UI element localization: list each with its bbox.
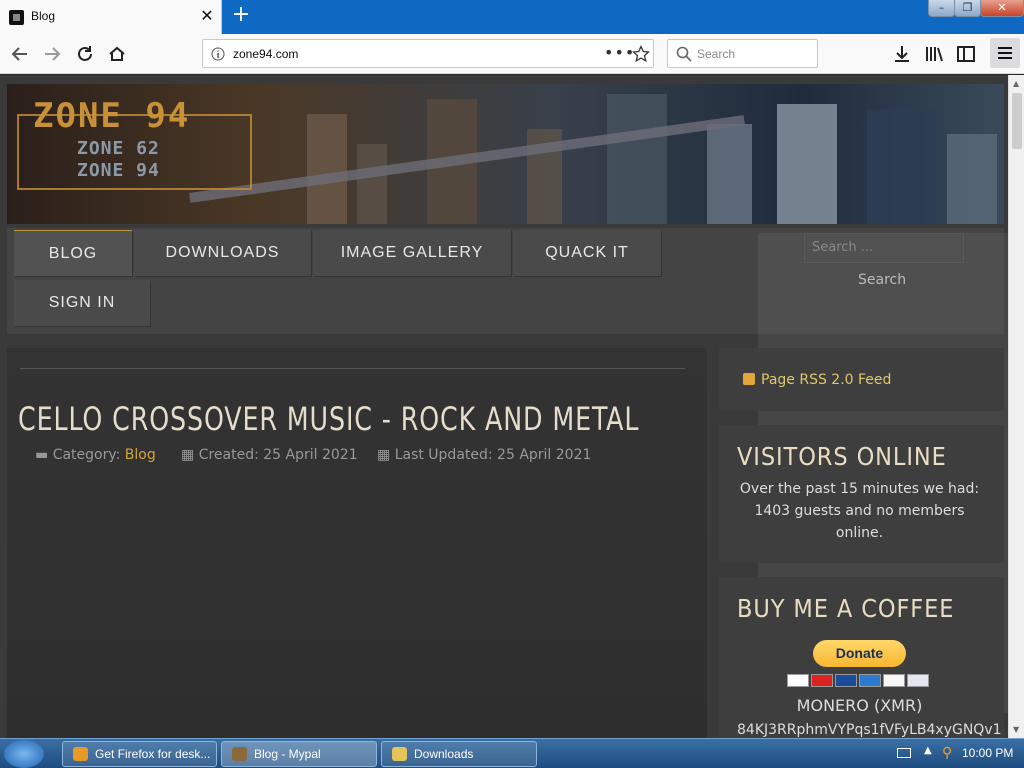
site-banner: ZONE 94 ZONE 62 ZONE 94 bbox=[7, 84, 1004, 224]
site-logo[interactable]: ZONE 94 bbox=[33, 96, 190, 136]
maximize-button[interactable]: ❐ bbox=[954, 0, 981, 17]
menu-downloads[interactable]: DOWNLOADS bbox=[134, 230, 311, 276]
keyboard-icon[interactable] bbox=[897, 748, 911, 758]
browser-icon bbox=[232, 747, 247, 761]
url-bar[interactable]: zone94.com ••• bbox=[202, 39, 654, 68]
taskbar-clock[interactable]: 10:00 PM bbox=[962, 746, 1013, 760]
hamburger-icon bbox=[998, 47, 1012, 59]
category-link[interactable]: Blog bbox=[125, 447, 156, 463]
bookmark-star-icon[interactable] bbox=[632, 45, 650, 63]
site-favicon-icon bbox=[9, 10, 24, 25]
monero-address[interactable]: 84KJ3RRphmVYPqs1fVFyLB4xyGNQv1 bbox=[737, 719, 1002, 738]
logo-subtitle-2: ZONE 94 bbox=[77, 160, 160, 181]
maestro-card-icon bbox=[835, 674, 857, 687]
web-page: ZONE 94 ZONE 62 ZONE 94 BLOG DOWNLOADS I… bbox=[0, 75, 1008, 738]
mastercard-icon bbox=[811, 674, 833, 687]
forward-button[interactable] bbox=[38, 40, 66, 68]
back-button[interactable] bbox=[6, 40, 34, 68]
logo-subtitle-1: ZONE 62 bbox=[77, 138, 160, 159]
tab-title: Blog bbox=[31, 9, 56, 23]
search-icon[interactable]: ⚲ bbox=[942, 745, 952, 761]
amex-card-icon bbox=[859, 674, 881, 687]
close-window-button[interactable]: ✕ bbox=[980, 0, 1024, 17]
taskbar-mypal[interactable]: Blog - Mypal bbox=[221, 741, 377, 767]
back-arrow-icon bbox=[11, 47, 27, 61]
folder-icon: ▬ bbox=[35, 447, 49, 463]
rss-feed-link[interactable]: Page RSS 2.0 Feed bbox=[743, 372, 891, 388]
reload-icon bbox=[78, 46, 92, 61]
article-title[interactable]: CELLO CROSSOVER MUSIC - ROCK AND METAL bbox=[18, 400, 639, 438]
divider bbox=[20, 368, 685, 369]
taskbar-firefox[interactable]: Get Firefox for desk... bbox=[62, 741, 217, 767]
coffee-heading: BUY ME A COFFEE bbox=[737, 594, 955, 623]
browser-icon bbox=[73, 747, 88, 761]
updated-date: Last Updated: 25 April 2021 bbox=[394, 447, 592, 463]
hamburger-menu-button[interactable] bbox=[990, 38, 1020, 68]
windows-taskbar: Get Firefox for desk... Blog - Mypal Dow… bbox=[0, 738, 1024, 768]
scroll-thumb[interactable] bbox=[1012, 93, 1022, 149]
navigation-toolbar: zone94.com ••• Search bbox=[0, 34, 1024, 74]
reload-button[interactable] bbox=[71, 40, 99, 68]
task-label: Blog - Mypal bbox=[254, 747, 321, 761]
scroll-up-icon[interactable]: ▲ bbox=[1013, 79, 1019, 88]
rss-label: Page RSS 2.0 Feed bbox=[761, 372, 892, 388]
rss-icon bbox=[743, 373, 755, 385]
browser-search-field[interactable]: Search bbox=[667, 39, 818, 68]
article-updated: ▦ Last Updated: 25 April 2021 bbox=[377, 447, 591, 463]
menu-sign-in[interactable]: SIGN IN bbox=[14, 280, 150, 326]
task-label: Downloads bbox=[414, 747, 474, 761]
close-tab-icon[interactable]: ✕ bbox=[198, 7, 216, 25]
home-button[interactable] bbox=[103, 40, 131, 68]
scroll-down-icon[interactable]: ▼ bbox=[1013, 725, 1019, 734]
downloads-icon[interactable] bbox=[891, 43, 913, 65]
created-date: Created: 25 April 2021 bbox=[198, 447, 358, 463]
forward-arrow-icon bbox=[45, 47, 61, 61]
task-label: Get Firefox for desk... bbox=[95, 747, 211, 761]
sidebar-icon[interactable] bbox=[955, 43, 977, 65]
article-created: ▦ Created: 25 April 2021 bbox=[181, 447, 358, 463]
monero-label: MONERO (XMR) bbox=[796, 696, 923, 715]
menu-image-gallery[interactable]: IMAGE GALLERY bbox=[313, 230, 511, 276]
page-actions-icon[interactable]: ••• bbox=[604, 43, 635, 62]
site-search-input[interactable]: Search ... bbox=[804, 233, 964, 263]
tray-arrow-icon[interactable]: ▲ bbox=[924, 745, 932, 756]
start-button[interactable] bbox=[4, 740, 44, 768]
tab-blog[interactable]: Blog ✕ bbox=[0, 0, 222, 34]
visa-card-icon bbox=[787, 674, 809, 687]
folder-icon bbox=[392, 747, 407, 761]
visitors-heading: VISITORS ONLINE bbox=[737, 442, 947, 471]
payment-cards bbox=[787, 672, 931, 687]
search-placeholder: Search bbox=[697, 47, 736, 61]
home-icon bbox=[109, 46, 125, 61]
calendar-icon: ▦ bbox=[377, 447, 391, 463]
library-icon[interactable] bbox=[923, 43, 945, 65]
menu-quack-it[interactable]: QUACK IT bbox=[513, 230, 661, 276]
article-category: ▬ Category: Blog bbox=[35, 447, 156, 463]
info-icon[interactable] bbox=[211, 47, 225, 61]
search-icon bbox=[676, 46, 692, 62]
visitors-text: Over the past 15 minutes we had: 1403 gu… bbox=[739, 481, 980, 541]
category-label: Category: bbox=[52, 447, 121, 463]
bank-card-icon bbox=[907, 674, 929, 687]
url-text[interactable]: zone94.com bbox=[233, 47, 298, 61]
new-tab-button[interactable]: + bbox=[230, 4, 252, 27]
discover-card-icon bbox=[883, 674, 905, 687]
paypal-donate-button[interactable]: Donate bbox=[813, 640, 906, 667]
taskbar-downloads[interactable]: Downloads bbox=[381, 741, 537, 767]
tab-strip: Blog ✕ + – ❐ ✕ bbox=[0, 0, 1024, 34]
site-search-button[interactable]: Search bbox=[858, 272, 918, 296]
page-scrollbar[interactable]: ▲ ▼ bbox=[1008, 75, 1024, 738]
menu-blog[interactable]: BLOG bbox=[14, 230, 132, 276]
calendar-icon: ▦ bbox=[181, 447, 195, 463]
minimize-button[interactable]: – bbox=[928, 0, 955, 17]
